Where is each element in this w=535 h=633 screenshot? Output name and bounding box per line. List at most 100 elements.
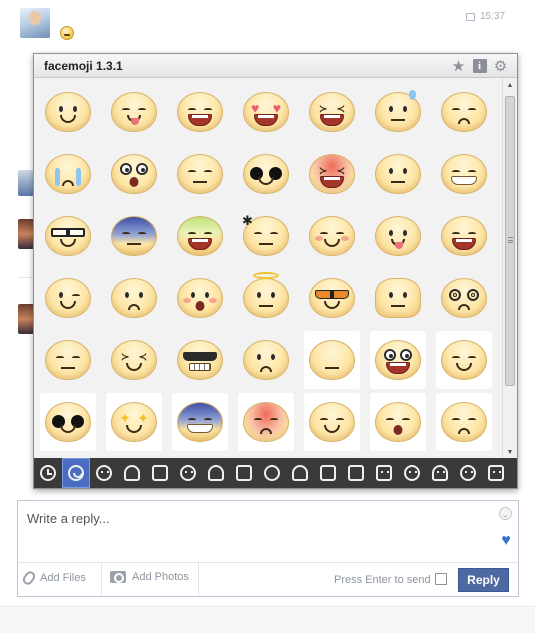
glasses-category-tab[interactable] bbox=[174, 458, 202, 488]
emoji-shocked[interactable] bbox=[101, 143, 167, 205]
emoji-sweat-drop[interactable] bbox=[365, 81, 431, 143]
emoji-red-angry[interactable] bbox=[233, 391, 299, 453]
emoji-smirk[interactable] bbox=[167, 143, 233, 205]
chat-page: 15:37 facemoji 1.3.1 ★ i ⚙ ♥ ♥ ≻ ≺ ≻ ≺ ✱… bbox=[0, 0, 535, 633]
emoji-angel[interactable] bbox=[233, 267, 299, 329]
bus-category-tab[interactable] bbox=[370, 458, 398, 488]
cap-icon bbox=[404, 465, 420, 481]
timestamp-text: 15:37 bbox=[480, 11, 506, 22]
gear-icon[interactable]: ⚙ bbox=[492, 57, 509, 75]
emoji-grid: ♥ ♥ ≻ ≺ ≻ ≺ ✱ ≻ ≺ ✦ ✦ bbox=[34, 78, 503, 453]
emoji-content[interactable] bbox=[365, 143, 431, 205]
header-icons: ★ i ⚙ bbox=[450, 57, 509, 75]
emoji-wink[interactable] bbox=[35, 267, 101, 329]
emoji-squint-laugh[interactable]: ≻ ≺ bbox=[299, 81, 365, 143]
footer-divider bbox=[101, 563, 102, 596]
page-bottom-area bbox=[0, 606, 535, 633]
emoji-sparkle-eyes[interactable]: ✦ ✦ bbox=[101, 391, 167, 453]
animal-icon bbox=[124, 465, 140, 481]
emoji-nerd-glasses[interactable] bbox=[35, 205, 101, 267]
kitty-icon bbox=[460, 465, 476, 481]
emoji-big-open[interactable] bbox=[431, 205, 497, 267]
star-icon[interactable]: ★ bbox=[450, 57, 467, 75]
recent-category-tab[interactable] bbox=[34, 458, 62, 488]
emoji-angry[interactable]: ✱ bbox=[233, 205, 299, 267]
emoji-worried[interactable] bbox=[431, 81, 497, 143]
scroll-thumb[interactable] bbox=[505, 96, 515, 386]
fruit-category-tab[interactable] bbox=[258, 458, 286, 488]
emoji-xd-laugh[interactable]: ≻ ≺ bbox=[299, 143, 365, 205]
monster-category-tab[interactable] bbox=[482, 458, 510, 488]
participant-avatar-3[interactable] bbox=[18, 304, 34, 334]
emoji-meh-grin[interactable] bbox=[431, 329, 497, 391]
add-photos-button[interactable]: Add Photos bbox=[110, 571, 189, 583]
footer-divider-2 bbox=[198, 563, 199, 596]
emoji-puffy[interactable] bbox=[365, 267, 431, 329]
hat2-category-tab[interactable] bbox=[398, 458, 426, 488]
hat-category-tab[interactable] bbox=[286, 458, 314, 488]
popup-title: facemoji 1.3.1 bbox=[44, 59, 123, 73]
composer-footer: Add Files Add Photos Press Enter to send… bbox=[18, 562, 518, 596]
scroll-down-arrow-icon[interactable]: ▼ bbox=[503, 445, 517, 459]
emoji-laugh-tears[interactable]: ≻ ≺ bbox=[101, 329, 167, 391]
emoji-skeptical[interactable] bbox=[233, 329, 299, 391]
press-enter-checkbox[interactable] bbox=[435, 573, 447, 585]
emoji-heart-eyes[interactable]: ♥ ♥ bbox=[233, 81, 299, 143]
cat-icon bbox=[236, 465, 252, 481]
scroll-up-arrow-icon[interactable]: ▲ bbox=[503, 78, 517, 92]
popup-header: facemoji 1.3.1 ★ i ⚙ bbox=[34, 54, 517, 78]
emoji-rolling-eyes[interactable] bbox=[365, 329, 431, 391]
emoji-content-smile[interactable] bbox=[299, 391, 365, 453]
emoji-pout[interactable] bbox=[167, 267, 233, 329]
kitty-category-tab[interactable] bbox=[454, 458, 482, 488]
info-icon[interactable]: i bbox=[471, 57, 488, 74]
clock-icon bbox=[40, 465, 56, 481]
emoji-dizzy[interactable] bbox=[431, 267, 497, 329]
emoji-blue-dread[interactable] bbox=[167, 391, 233, 453]
message-icon bbox=[466, 12, 475, 21]
ghost-category-tab[interactable] bbox=[202, 458, 230, 488]
reply-composer: ♥ Add Files Add Photos Press Enter to se… bbox=[17, 500, 519, 597]
emoji-tongue[interactable] bbox=[365, 205, 431, 267]
emoji-blue-sick[interactable] bbox=[101, 205, 167, 267]
emoji-sad-frown[interactable] bbox=[431, 391, 497, 453]
animal-category-tab[interactable] bbox=[118, 458, 146, 488]
cat-category-tab[interactable] bbox=[230, 458, 258, 488]
emoji-blush[interactable] bbox=[299, 205, 365, 267]
emoji-star-shades[interactable] bbox=[233, 143, 299, 205]
emoji-big-grin[interactable] bbox=[167, 81, 233, 143]
participant-avatar-2[interactable] bbox=[18, 219, 34, 249]
emoji-cool-shades[interactable] bbox=[299, 267, 365, 329]
house-category-tab[interactable] bbox=[342, 458, 370, 488]
emoji-smile[interactable] bbox=[35, 81, 101, 143]
emoji-crying[interactable] bbox=[35, 143, 101, 205]
emoji-grimace-grin[interactable] bbox=[431, 143, 497, 205]
emoji-picker-icon[interactable] bbox=[499, 507, 512, 520]
emoji-tired[interactable] bbox=[365, 391, 431, 453]
fruit-icon bbox=[264, 465, 280, 481]
skull-category-tab[interactable] bbox=[426, 458, 454, 488]
reply-input[interactable] bbox=[19, 502, 489, 558]
smileys-category-tab[interactable] bbox=[62, 458, 90, 488]
emoji-expressionless[interactable] bbox=[35, 329, 101, 391]
monster-icon bbox=[488, 465, 504, 481]
emoji-black-eyes[interactable] bbox=[35, 391, 101, 453]
bird-category-tab[interactable] bbox=[146, 458, 174, 488]
cup-icon bbox=[320, 465, 336, 481]
emoji-grid-area: ♥ ♥ ≻ ≺ ≻ ≺ ✱ ≻ ≺ ✦ ✦ bbox=[34, 78, 503, 459]
add-photos-label: Add Photos bbox=[132, 571, 189, 583]
cup-category-tab[interactable] bbox=[314, 458, 342, 488]
heart-sticker-icon[interactable]: ♥ bbox=[497, 533, 515, 549]
reply-button[interactable]: Reply bbox=[458, 568, 509, 592]
add-files-button[interactable]: Add Files bbox=[20, 569, 86, 587]
sender-avatar[interactable] bbox=[20, 8, 50, 38]
emoji-teeth-shades[interactable] bbox=[167, 329, 233, 391]
participant-avatar[interactable] bbox=[18, 170, 34, 196]
emoji-scrollbar[interactable]: ▲ ▼ bbox=[502, 78, 517, 459]
faces2-category-tab[interactable] bbox=[90, 458, 118, 488]
emoji-green-vomit[interactable] bbox=[167, 205, 233, 267]
emoji-neutral[interactable] bbox=[299, 329, 365, 391]
press-enter-label: Press Enter to send bbox=[334, 574, 431, 586]
emoji-frown[interactable] bbox=[101, 267, 167, 329]
emoji-tongue-laugh[interactable] bbox=[101, 81, 167, 143]
